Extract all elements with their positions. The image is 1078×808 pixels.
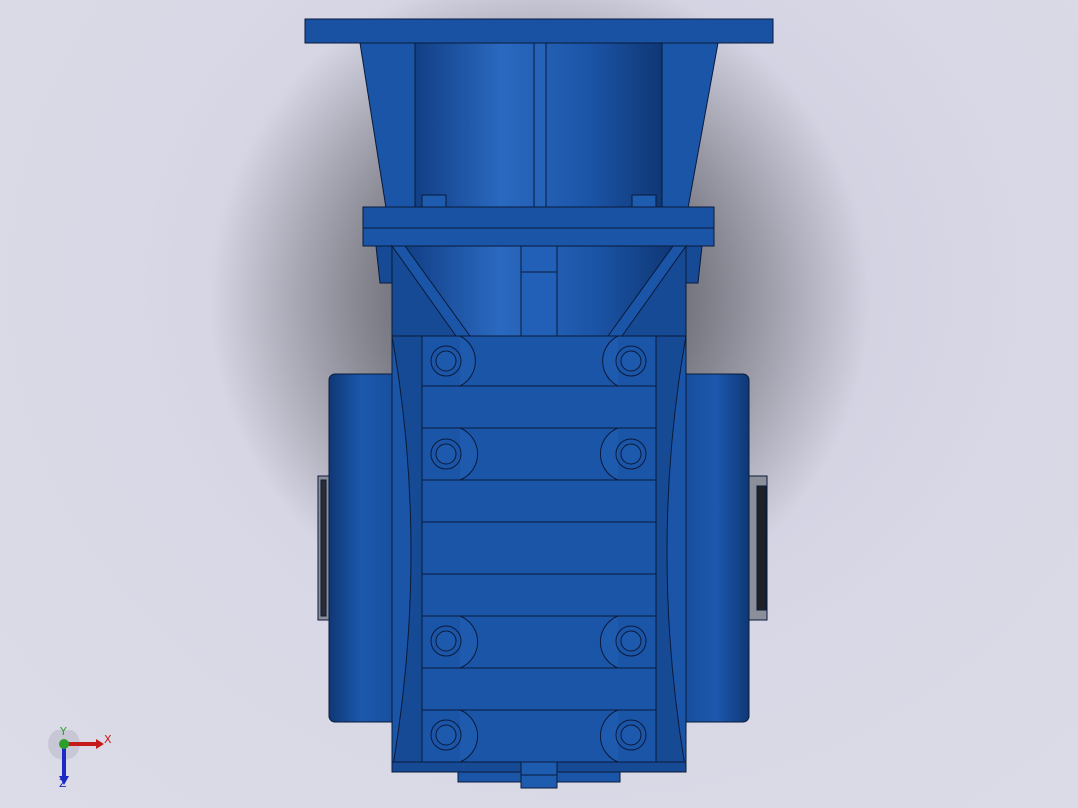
housing-bolt[interactable]: [615, 719, 647, 751]
rib-plate-8: [421, 667, 657, 711]
cad-3d-viewport[interactable]: X Y Z: [0, 0, 1078, 808]
orientation-triad[interactable]: X Y Z: [48, 726, 118, 796]
middle-flange-lip: [362, 227, 715, 247]
housing-bolt[interactable]: [430, 625, 462, 657]
housing-bolt[interactable]: [615, 625, 647, 657]
rib-plate-2: [421, 385, 657, 429]
z-axis-label: Z: [59, 777, 67, 790]
rib-plate-4: [421, 479, 657, 523]
x-axis-label: X: [104, 733, 112, 746]
housing-bolt[interactable]: [430, 438, 462, 470]
y-axis-label: Y: [60, 725, 67, 738]
adapter-bolt-right: [631, 194, 657, 208]
adapter-rib: [533, 42, 547, 209]
housing-bolt[interactable]: [615, 345, 647, 377]
x-axis-arrowhead: [96, 739, 104, 749]
housing-bolt[interactable]: [430, 719, 462, 751]
housing-bolt[interactable]: [430, 345, 462, 377]
adapter-bolt-left: [421, 194, 447, 208]
y-axis-point: [59, 739, 69, 749]
housing-bolt[interactable]: [615, 438, 647, 470]
motor-flange[interactable]: [304, 18, 774, 44]
rib-plate-6: [421, 573, 657, 617]
funnel-rib: [520, 245, 558, 337]
gearbox-model[interactable]: [0, 0, 1078, 808]
middle-flange[interactable]: [362, 206, 715, 229]
rib-plate-5: [421, 521, 657, 575]
